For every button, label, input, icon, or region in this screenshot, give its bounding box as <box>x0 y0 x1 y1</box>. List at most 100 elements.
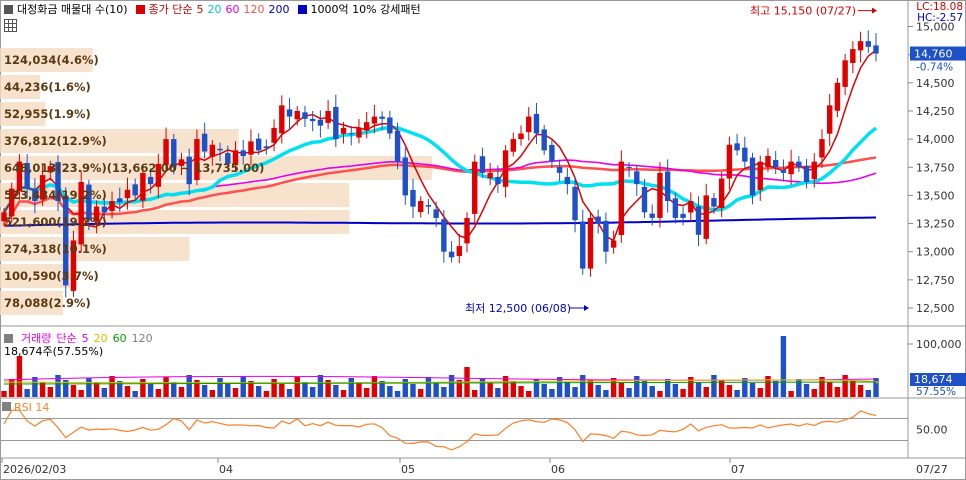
candle-body <box>850 49 856 63</box>
candle-body <box>240 150 246 156</box>
vol-ma-60-label: 60 <box>112 331 127 345</box>
candle-body <box>688 201 694 213</box>
high-annotation: 최고 15,150 (07/27) <box>750 5 856 18</box>
candle-body <box>603 220 609 252</box>
volume-profile-label: 52,955(1.9%) <box>4 107 91 121</box>
candle-body <box>286 109 293 117</box>
candle-body <box>464 217 470 244</box>
candle-body <box>109 201 115 211</box>
candle-body <box>564 176 571 185</box>
volume-profile-label: 521,600(19.2%) <box>4 215 107 229</box>
rsi-line <box>3 409 877 451</box>
volume-bar <box>726 385 733 397</box>
candle-body <box>271 127 277 143</box>
volume-profile-label: 78,088(2.9%) <box>4 296 91 310</box>
volume-bar <box>255 386 262 397</box>
candle-body <box>587 217 594 269</box>
volume-bar <box>209 390 216 397</box>
volume-bar <box>479 378 486 397</box>
volume-bar <box>186 375 192 397</box>
candle-body <box>556 167 563 173</box>
candle-body <box>248 141 254 155</box>
volume-bar <box>348 378 354 397</box>
volume-bar <box>518 386 524 397</box>
x-tick-label: 04 <box>219 463 233 476</box>
volume-bar <box>286 389 293 397</box>
candle-body <box>819 139 825 158</box>
volume-bar <box>865 390 871 397</box>
volume-bar <box>171 382 177 397</box>
candle-body <box>209 144 216 157</box>
candle-body <box>533 113 540 134</box>
candle-body <box>595 216 601 224</box>
volume-bar <box>826 382 833 397</box>
candle-body <box>873 45 879 54</box>
volume-bar <box>86 378 92 397</box>
candle-body <box>796 161 802 168</box>
volume-bar <box>811 389 817 397</box>
square-icon <box>4 333 13 343</box>
candle-body <box>502 150 509 187</box>
candle-body <box>317 119 324 126</box>
candle-body <box>456 246 462 256</box>
volume-reading: 18,674주(57.55%) <box>4 345 104 358</box>
volume-bar <box>93 383 100 397</box>
candle-body <box>510 139 517 152</box>
volume-bar <box>580 375 586 397</box>
candle-body <box>788 161 794 175</box>
volume-bar <box>765 376 771 397</box>
ma-120-label: 120 <box>243 2 265 16</box>
square-icon <box>2 402 11 411</box>
candle-body <box>394 130 401 162</box>
candle-body <box>294 110 300 120</box>
volume-bar <box>271 379 277 397</box>
volume-bar <box>657 391 663 397</box>
volume-bar <box>672 384 679 397</box>
volume-bar <box>279 384 285 397</box>
candle-body <box>495 176 501 185</box>
volume-profile-label: 376,812(12.9%) <box>4 134 107 148</box>
candle-body <box>340 127 347 134</box>
candle-body <box>418 201 424 213</box>
volume-bar <box>425 377 432 397</box>
volume-bar <box>78 390 84 397</box>
volume-bar <box>526 391 532 397</box>
volume-profile-label: 124,034(4.6%) <box>4 53 99 67</box>
rsi-y-tick: 50.00 <box>916 424 948 437</box>
volume-bar <box>309 387 316 397</box>
candle-body <box>124 189 131 199</box>
chart-canvas[interactable]: 15,00014,75014,50014,25014,00013,75013,5… <box>0 0 966 480</box>
y-tick-label: 13,750 <box>916 161 955 174</box>
vol-ma-120-label: 120 <box>131 331 153 345</box>
candle-body <box>865 41 871 47</box>
grid-icon[interactable] <box>4 19 17 32</box>
candle-body <box>718 178 725 209</box>
volume-bar <box>394 391 401 397</box>
volume-bar <box>634 376 640 397</box>
volume-bar <box>749 383 756 397</box>
volume-bar <box>780 336 787 397</box>
candle-body <box>147 176 154 185</box>
candle-body <box>580 221 586 269</box>
candle-body <box>842 60 848 87</box>
volume-bar <box>24 389 30 397</box>
ma-200-label: 200 <box>268 2 290 16</box>
volume-bar <box>703 387 709 397</box>
volume-bar <box>695 382 702 397</box>
candle-body <box>132 184 138 196</box>
volume-bar <box>124 386 131 397</box>
volume-bar <box>16 356 23 397</box>
candle-body <box>217 148 223 151</box>
volume-bar <box>101 388 108 397</box>
volume-bar <box>857 385 864 397</box>
candle-body <box>765 155 771 168</box>
candle-body <box>348 133 354 135</box>
volume-bar <box>1 391 7 397</box>
volume-bar <box>641 381 648 397</box>
volume-bar <box>757 388 763 397</box>
volume-bar <box>232 388 239 397</box>
candle-body <box>634 171 640 185</box>
volume-profile-label: 100,590(3.7%) <box>4 269 99 283</box>
volume-bar <box>664 379 671 397</box>
candle-body <box>711 198 717 207</box>
